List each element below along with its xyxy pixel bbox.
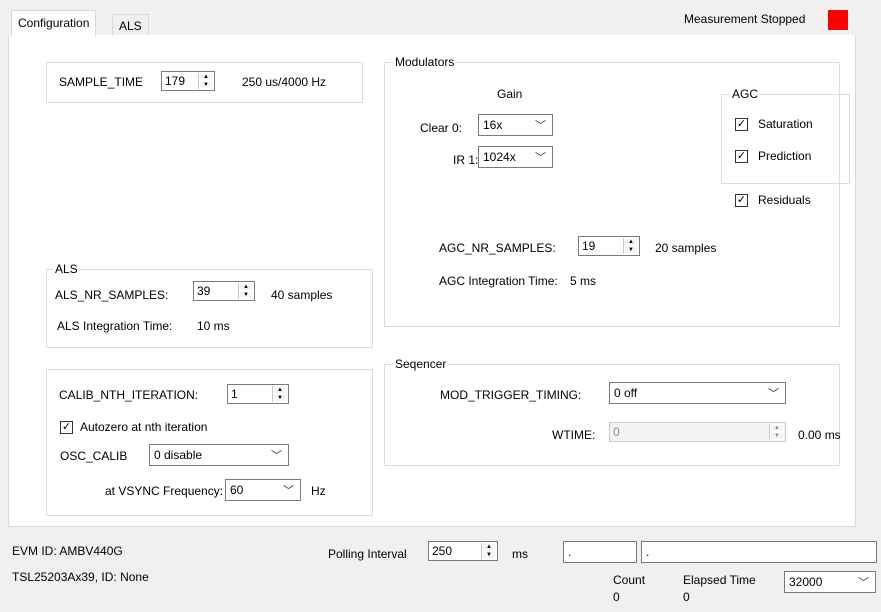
- measurement-status-indicator: [828, 10, 848, 30]
- ir-gain-label: IR 1:: [453, 153, 479, 167]
- spin-up-icon[interactable]: ▲: [770, 424, 784, 432]
- spin-up-icon[interactable]: ▲: [239, 283, 253, 291]
- als-integration-value: 10 ms: [197, 319, 230, 333]
- clear-gain-select[interactable]: 16x ﹀: [478, 114, 553, 136]
- vsync-unit: Hz: [311, 484, 326, 498]
- als-group: ALS ALS_NR_SAMPLES: 39 ▲ ▼ 40 samples ALS…: [46, 262, 373, 348]
- sequencer-title: Seqencer: [393, 357, 449, 371]
- check-icon: ✓: [736, 150, 747, 162]
- vsync-label: at VSYNC Frequency:: [105, 484, 224, 498]
- elapsed-time-label: Elapsed Time: [683, 573, 756, 587]
- spin-up-icon[interactable]: ▲: [482, 543, 496, 551]
- modulators-title: Modulators: [393, 55, 457, 69]
- check-icon: ✓: [61, 421, 72, 433]
- spin-down-icon[interactable]: ▼: [770, 432, 784, 440]
- measurement-status-text: Measurement Stopped: [684, 12, 806, 26]
- calib-nth-label: CALIB_NTH_ITERATION:: [59, 388, 199, 402]
- agc-title: AGC: [730, 87, 761, 101]
- agc-nr-samples-info: 20 samples: [655, 241, 717, 255]
- agc-nr-samples-label: AGC_NR_SAMPLES:: [439, 241, 556, 255]
- spin-down-icon[interactable]: ▼: [273, 394, 287, 402]
- configuration-panel: SAMPLE_TIME 179 ▲ ▼ 250 us/4000 Hz ALS AL…: [8, 35, 856, 527]
- agc-integration-value: 5 ms: [570, 274, 597, 288]
- saturation-checkbox[interactable]: ✓: [735, 118, 748, 131]
- polling-interval-unit: ms: [512, 547, 528, 561]
- ir-gain-select[interactable]: 1024x ﹀: [478, 146, 553, 168]
- chevron-down-icon: ﹀: [283, 485, 294, 497]
- spin-down-icon[interactable]: ▼: [624, 246, 638, 254]
- sample-time-group: SAMPLE_TIME 179 ▲ ▼ 250 us/4000 Hz: [46, 62, 363, 103]
- spin-up-icon[interactable]: ▲: [199, 73, 213, 81]
- spin-up-icon[interactable]: ▲: [624, 238, 638, 246]
- sample-time-info: 250 us/4000 Hz: [242, 75, 327, 89]
- count-value: 0: [613, 590, 620, 604]
- spin-down-icon[interactable]: ▼: [199, 81, 213, 89]
- als-nr-samples-label: ALS_NR_SAMPLES:: [55, 288, 169, 302]
- evm-id: EVM ID: AMBV440G: [12, 544, 123, 558]
- agc-integration-label: AGC Integration Time:: [439, 274, 558, 288]
- mod-trigger-select[interactable]: 0 off ﹀: [609, 382, 786, 404]
- status-field-1[interactable]: .: [563, 541, 637, 563]
- prediction-checkbox[interactable]: ✓: [735, 150, 748, 163]
- polling-interval-label: Polling Interval: [328, 547, 407, 561]
- modulators-group: Modulators Gain Clear 0: 16x ﹀ IR 1: 102…: [384, 55, 850, 327]
- chevron-down-icon: ﹀: [535, 152, 546, 164]
- osc-calib-label: OSC_CALIB: [60, 449, 128, 463]
- gain-header: Gain: [497, 87, 523, 101]
- elapsed-time-value: 0: [683, 590, 690, 604]
- osc-calib-select[interactable]: 0 disable ﹀: [149, 444, 289, 466]
- sample-time-label: SAMPLE_TIME: [59, 75, 144, 89]
- device-id: TSL25203Ax39, ID: None: [12, 570, 149, 584]
- wtime-label: WTIME:: [552, 428, 596, 442]
- spin-down-icon[interactable]: ▼: [482, 551, 496, 559]
- clear-gain-label: Clear 0:: [420, 121, 463, 135]
- buffer-size-select[interactable]: 32000 ﹀: [784, 571, 876, 593]
- agc-nr-samples-spinner[interactable]: 19 ▲ ▼: [578, 236, 640, 256]
- prediction-label: Prediction: [758, 149, 812, 163]
- check-icon: ✓: [736, 194, 747, 206]
- tab-als[interactable]: ALS: [112, 14, 149, 37]
- buffer-size-value: 32000: [789, 575, 823, 589]
- als-integration-label: ALS Integration Time:: [57, 319, 173, 333]
- residuals-checkbox[interactable]: ✓: [735, 194, 748, 207]
- chevron-down-icon: ﹀: [535, 120, 546, 132]
- sample-time-spinner[interactable]: 179 ▲ ▼: [161, 71, 215, 91]
- vsync-select[interactable]: 60 ﹀: [225, 479, 301, 501]
- agc-group: AGC ✓ Saturation ✓ Prediction: [721, 87, 850, 184]
- autozero-label: Autozero at nth iteration: [80, 420, 208, 434]
- mod-trigger-value: 0 off: [614, 386, 638, 400]
- mod-trigger-label: MOD_TRIGGER_TIMING:: [440, 388, 582, 402]
- wtime-value: 0: [613, 425, 620, 439]
- als-nr-samples-value: 39: [197, 284, 211, 298]
- als-group-title: ALS: [53, 262, 80, 276]
- calib-group: CALIB_NTH_ITERATION: 1 ▲ ▼ ✓ Autozero at …: [46, 369, 373, 516]
- clear-gain-value: 16x: [483, 118, 503, 132]
- chevron-down-icon: ﹀: [768, 388, 779, 400]
- ir-gain-value: 1024x: [483, 150, 516, 164]
- autozero-checkbox[interactable]: ✓: [60, 421, 73, 434]
- wtime-spinner[interactable]: 0 ▲ ▼: [609, 422, 786, 442]
- als-nr-samples-info: 40 samples: [271, 288, 333, 302]
- check-icon: ✓: [736, 118, 747, 130]
- wtime-info: 0.00 ms: [798, 428, 841, 442]
- tab-configuration[interactable]: Configuration: [11, 10, 97, 37]
- status-field-2[interactable]: .: [641, 541, 877, 563]
- agc-nr-samples-value: 19: [582, 239, 596, 253]
- spin-up-icon[interactable]: ▲: [273, 386, 287, 394]
- count-label: Count: [613, 573, 646, 587]
- saturation-label: Saturation: [758, 117, 813, 131]
- vsync-value: 60: [230, 483, 244, 497]
- polling-interval-value: 250: [432, 544, 453, 558]
- als-nr-samples-spinner[interactable]: 39 ▲ ▼: [193, 281, 255, 301]
- sample-time-value: 179: [165, 74, 186, 88]
- sequencer-group: Seqencer MOD_TRIGGER_TIMING: 0 off ﹀ WTI…: [384, 357, 841, 466]
- spin-down-icon[interactable]: ▼: [239, 291, 253, 299]
- osc-calib-value: 0 disable: [154, 448, 203, 462]
- chevron-down-icon: ﹀: [271, 450, 282, 462]
- residuals-label: Residuals: [758, 193, 811, 207]
- calib-nth-spinner[interactable]: 1 ▲ ▼: [227, 384, 289, 404]
- chevron-down-icon: ﹀: [858, 577, 869, 589]
- polling-interval-spinner[interactable]: 250 ▲ ▼: [428, 541, 498, 561]
- calib-nth-value: 1: [231, 387, 238, 401]
